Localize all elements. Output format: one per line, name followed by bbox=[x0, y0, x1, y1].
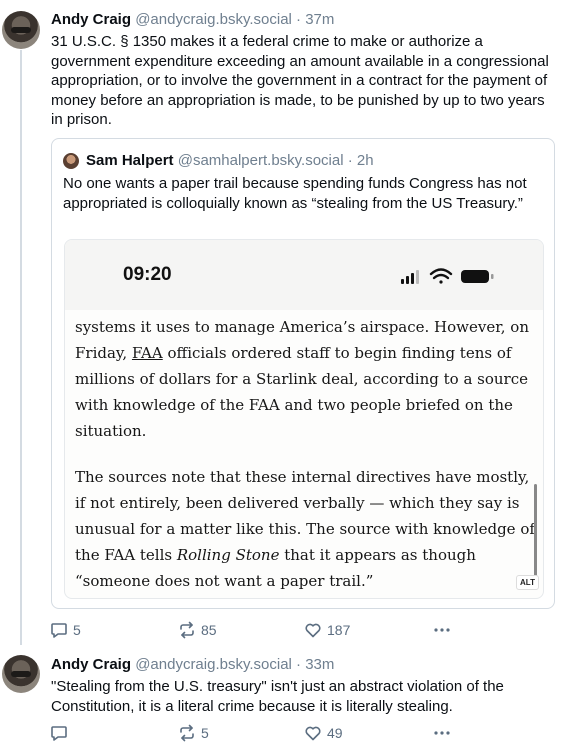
article-paragraph: systems it uses to manage America’s airs… bbox=[75, 318, 529, 440]
author-handle[interactable]: @samhalpert.bsky.social bbox=[178, 152, 344, 169]
reply-count: 5 bbox=[73, 622, 81, 638]
scrollbar bbox=[534, 484, 537, 576]
status-time: 09:20 bbox=[123, 264, 172, 285]
ellipsis-icon bbox=[434, 731, 450, 735]
heart-outline-icon bbox=[305, 726, 321, 741]
speech-bubble-icon bbox=[51, 726, 67, 741]
post-text: "Stealing from the U.S. treasury" isn't … bbox=[51, 678, 504, 715]
more-options-button[interactable] bbox=[432, 723, 452, 743]
post-header: Andy Craig @andycraig.bsky.social · 33m bbox=[51, 656, 334, 673]
phone-status-bar: 09:20 bbox=[65, 240, 543, 310]
heart-outline-icon bbox=[305, 623, 321, 638]
author-handle[interactable]: @andycraig.bsky.social bbox=[135, 656, 292, 673]
post-time[interactable]: 37m bbox=[305, 11, 334, 28]
speech-bubble-icon bbox=[51, 623, 67, 638]
thread-line bbox=[20, 50, 22, 645]
separator: · bbox=[296, 656, 302, 673]
article-link: FAA bbox=[131, 344, 163, 362]
post-text: 31 U.S.C. § 1350 makes it a federal crim… bbox=[51, 33, 549, 128]
article-paragraph: The sources note that these internal dir… bbox=[75, 468, 535, 590]
post-header: Andy Craig @andycraig.bsky.social · 37m bbox=[51, 11, 334, 28]
signal-icon bbox=[401, 270, 419, 284]
ellipsis-icon bbox=[434, 628, 450, 632]
repost-arrows-icon bbox=[180, 724, 194, 742]
author-name[interactable]: Sam Halpert bbox=[86, 152, 174, 169]
more-options-button[interactable] bbox=[432, 620, 452, 640]
quote-text: No one wants a paper trail because spend… bbox=[63, 175, 527, 212]
post-time[interactable]: 2h bbox=[357, 152, 374, 169]
post-time[interactable]: 33m bbox=[305, 656, 334, 673]
avatar[interactable] bbox=[2, 11, 40, 49]
separator: · bbox=[296, 11, 302, 28]
embedded-image[interactable]: 09:20 systems it uses to manage America’… bbox=[64, 239, 544, 599]
author-name[interactable]: Andy Craig bbox=[51, 11, 131, 28]
status-icons bbox=[401, 268, 494, 284]
reply-button[interactable]: 5 bbox=[50, 620, 81, 640]
repost-button[interactable]: 85 bbox=[178, 620, 217, 640]
post-actions: 5 49 bbox=[50, 723, 450, 743]
post-actions: 5 85 187 bbox=[50, 620, 450, 640]
like-button[interactable]: 187 bbox=[304, 620, 350, 640]
like-button[interactable]: 49 bbox=[304, 723, 343, 743]
reply-button[interactable] bbox=[50, 723, 73, 743]
avatar[interactable] bbox=[63, 153, 79, 169]
like-count: 49 bbox=[327, 725, 343, 741]
separator: · bbox=[347, 152, 353, 169]
like-count: 187 bbox=[327, 622, 351, 638]
repost-button[interactable]: 5 bbox=[178, 723, 209, 743]
quote-post[interactable]: Sam Halpert @samhalpert.bsky.social · 2h… bbox=[51, 138, 555, 609]
quote-header: Sam Halpert @samhalpert.bsky.social · 2h bbox=[86, 152, 374, 169]
repost-count: 5 bbox=[201, 725, 209, 741]
avatar[interactable] bbox=[2, 655, 40, 693]
wifi-icon bbox=[429, 268, 453, 284]
author-name[interactable]: Andy Craig bbox=[51, 656, 131, 673]
battery-icon bbox=[461, 270, 494, 283]
repost-count: 85 bbox=[201, 622, 217, 638]
repost-arrows-icon bbox=[180, 621, 194, 639]
article-excerpt: systems it uses to manage America’s airs… bbox=[75, 314, 535, 598]
author-handle[interactable]: @andycraig.bsky.social bbox=[135, 11, 292, 28]
alt-badge[interactable]: ALT bbox=[516, 575, 539, 590]
